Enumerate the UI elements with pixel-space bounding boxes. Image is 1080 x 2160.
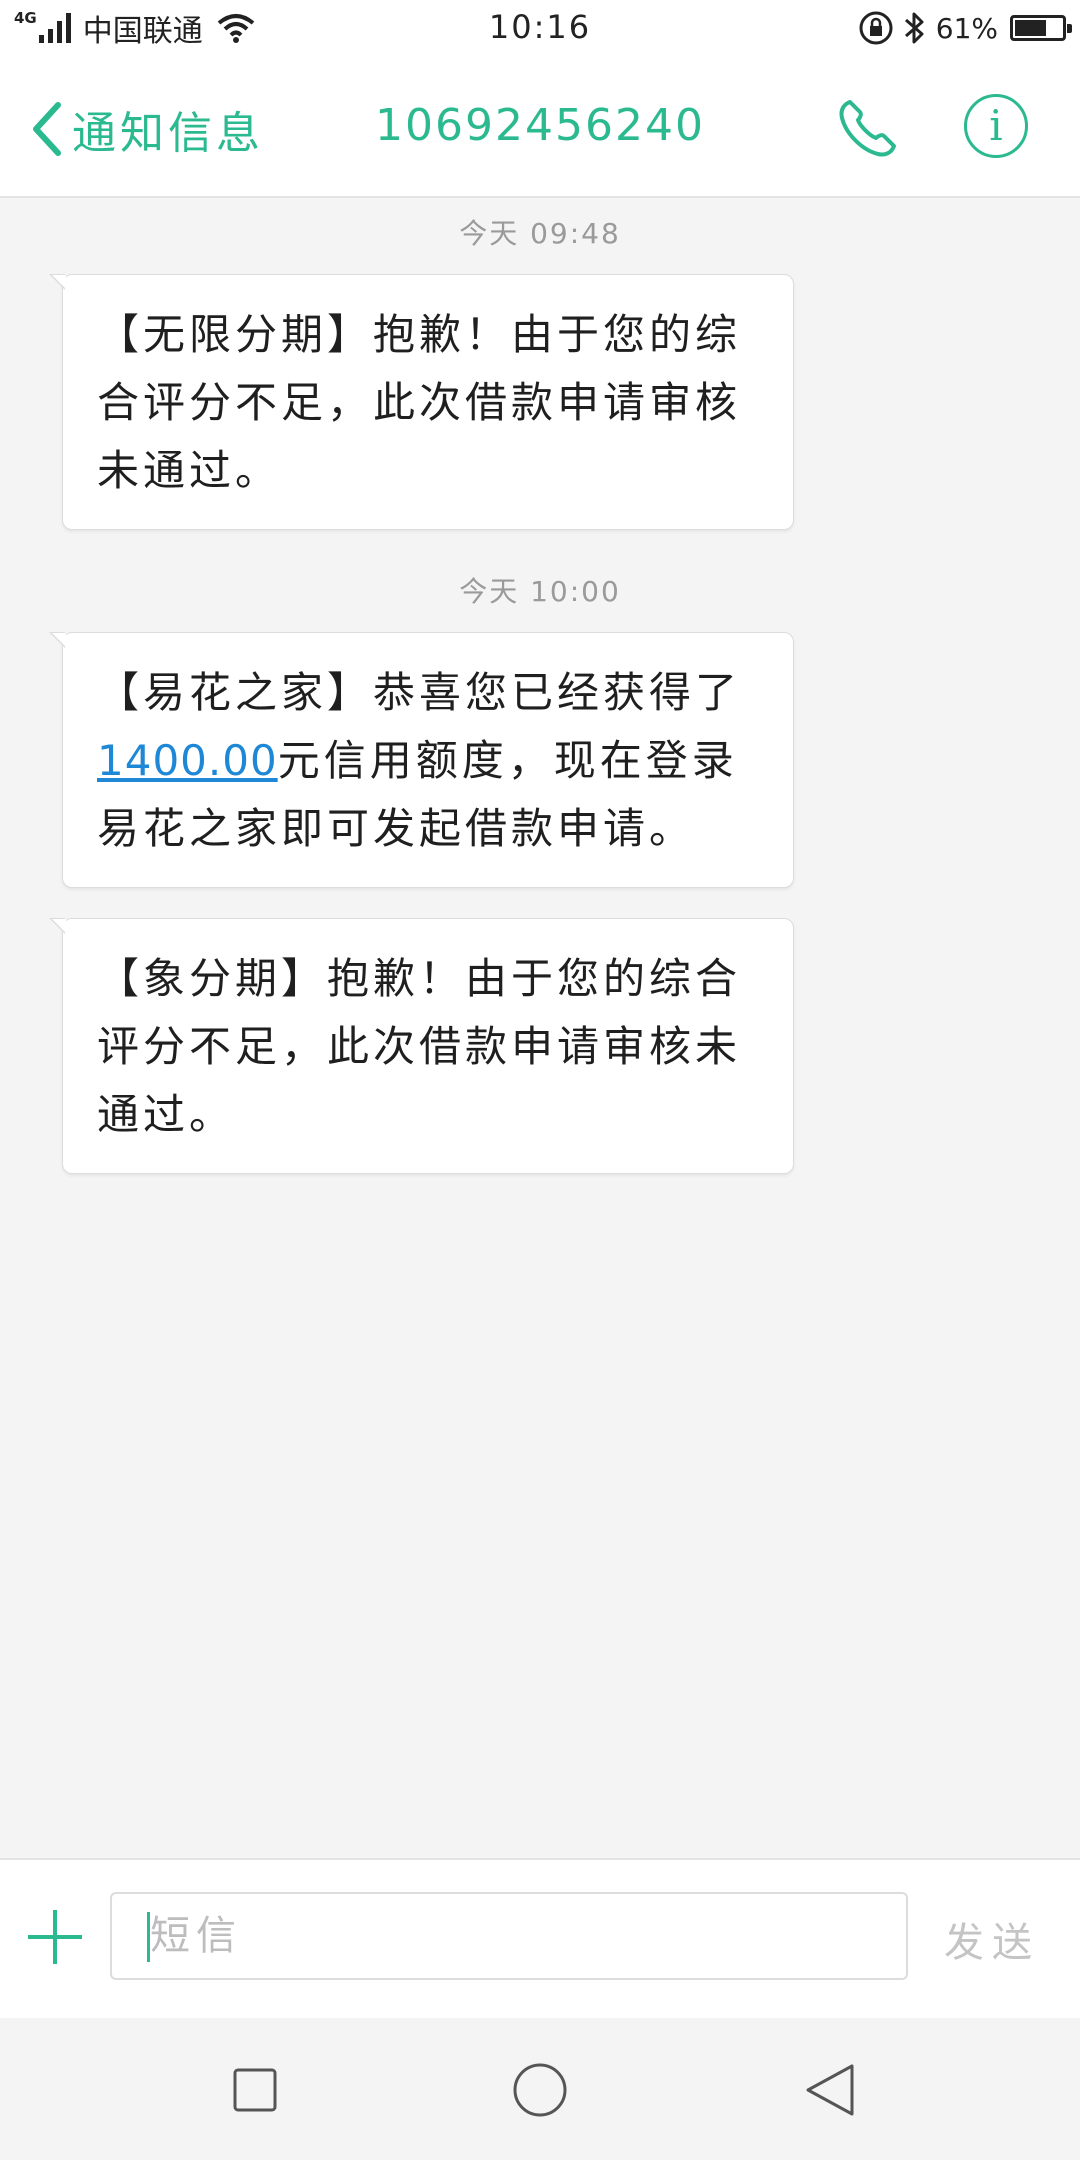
contact-phone-number: 10692456240 (375, 100, 705, 151)
info-button[interactable]: i (964, 94, 1028, 158)
back-triangle-icon[interactable] (790, 2050, 870, 2130)
sms-input[interactable] (110, 1892, 908, 1980)
message-text: 【无限分期】抱歉！由于您的综合评分不足，此次借款申请审核未通过。 (97, 310, 742, 495)
status-bar-left: 4G 中国联通 (14, 8, 255, 49)
info-icon: i (989, 101, 1003, 150)
message-timestamp: 今天 09:48 (459, 217, 621, 250)
message-timestamp: 今天 10:00 (459, 575, 621, 608)
network-type: 4G (14, 9, 37, 27)
credit-amount-link[interactable]: 1400.00 (97, 736, 278, 785)
message-list[interactable]: 今天 09:48 【无限分期】抱歉！由于您的综合评分不足，此次借款申请审核未通过… (0, 198, 1080, 1858)
message-bubble[interactable]: 【无限分期】抱歉！由于您的综合评分不足，此次借款申请审核未通过。 (49, 274, 794, 530)
message-bubble[interactable]: 【易花之家】恭喜您已经获得了1400.00元信用额度，现在登录易花之家即可发起借… (49, 632, 794, 888)
carrier-name: 中国联通 (82, 14, 203, 49)
battery-percent: 61% (935, 11, 998, 45)
message-text: 【象分期】抱歉！由于您的综合评分不足，此次借款申请审核未通过。 (97, 954, 742, 1139)
wifi-icon (217, 14, 255, 43)
home-icon[interactable] (500, 2050, 580, 2130)
battery-icon (1010, 15, 1072, 41)
status-bar-right: 61% (858, 8, 1072, 48)
message-text: 【易花之家】恭喜您已经获得了1400.00元信用额度，现在登录易花之家即可发起借… (97, 659, 765, 863)
signal-icon (38, 13, 71, 43)
recent-apps-icon[interactable] (215, 2050, 295, 2130)
back-chevron-icon (33, 102, 61, 156)
navigation-bar (0, 2018, 1080, 2160)
compose-bar: 发送 (0, 1858, 1080, 2018)
status-bar: 4G 中国联通 10:16 61% (0, 0, 1080, 56)
rotation-lock-icon (859, 11, 893, 45)
message-bubble[interactable]: 【象分期】抱歉！由于您的综合评分不足，此次借款申请审核未通过。 (49, 918, 794, 1174)
message-text-part: 【易花之家】恭喜您已经获得了 (97, 668, 742, 717)
back-label: 通知信息 (72, 108, 264, 159)
phone-call-icon[interactable] (836, 96, 900, 160)
add-icon[interactable] (24, 1906, 86, 1968)
send-button[interactable]: 发送 (944, 1910, 1040, 1968)
sms-conversation-screen: 4G 中国联通 10:16 61% 通知信息 10692456240 i 今天 … (0, 0, 1080, 2160)
conversation-header: 通知信息 10692456240 i (0, 56, 1080, 198)
bluetooth-icon (904, 12, 924, 44)
back-button[interactable]: 通知信息 (30, 94, 264, 164)
battery-level-fill (1015, 20, 1046, 36)
